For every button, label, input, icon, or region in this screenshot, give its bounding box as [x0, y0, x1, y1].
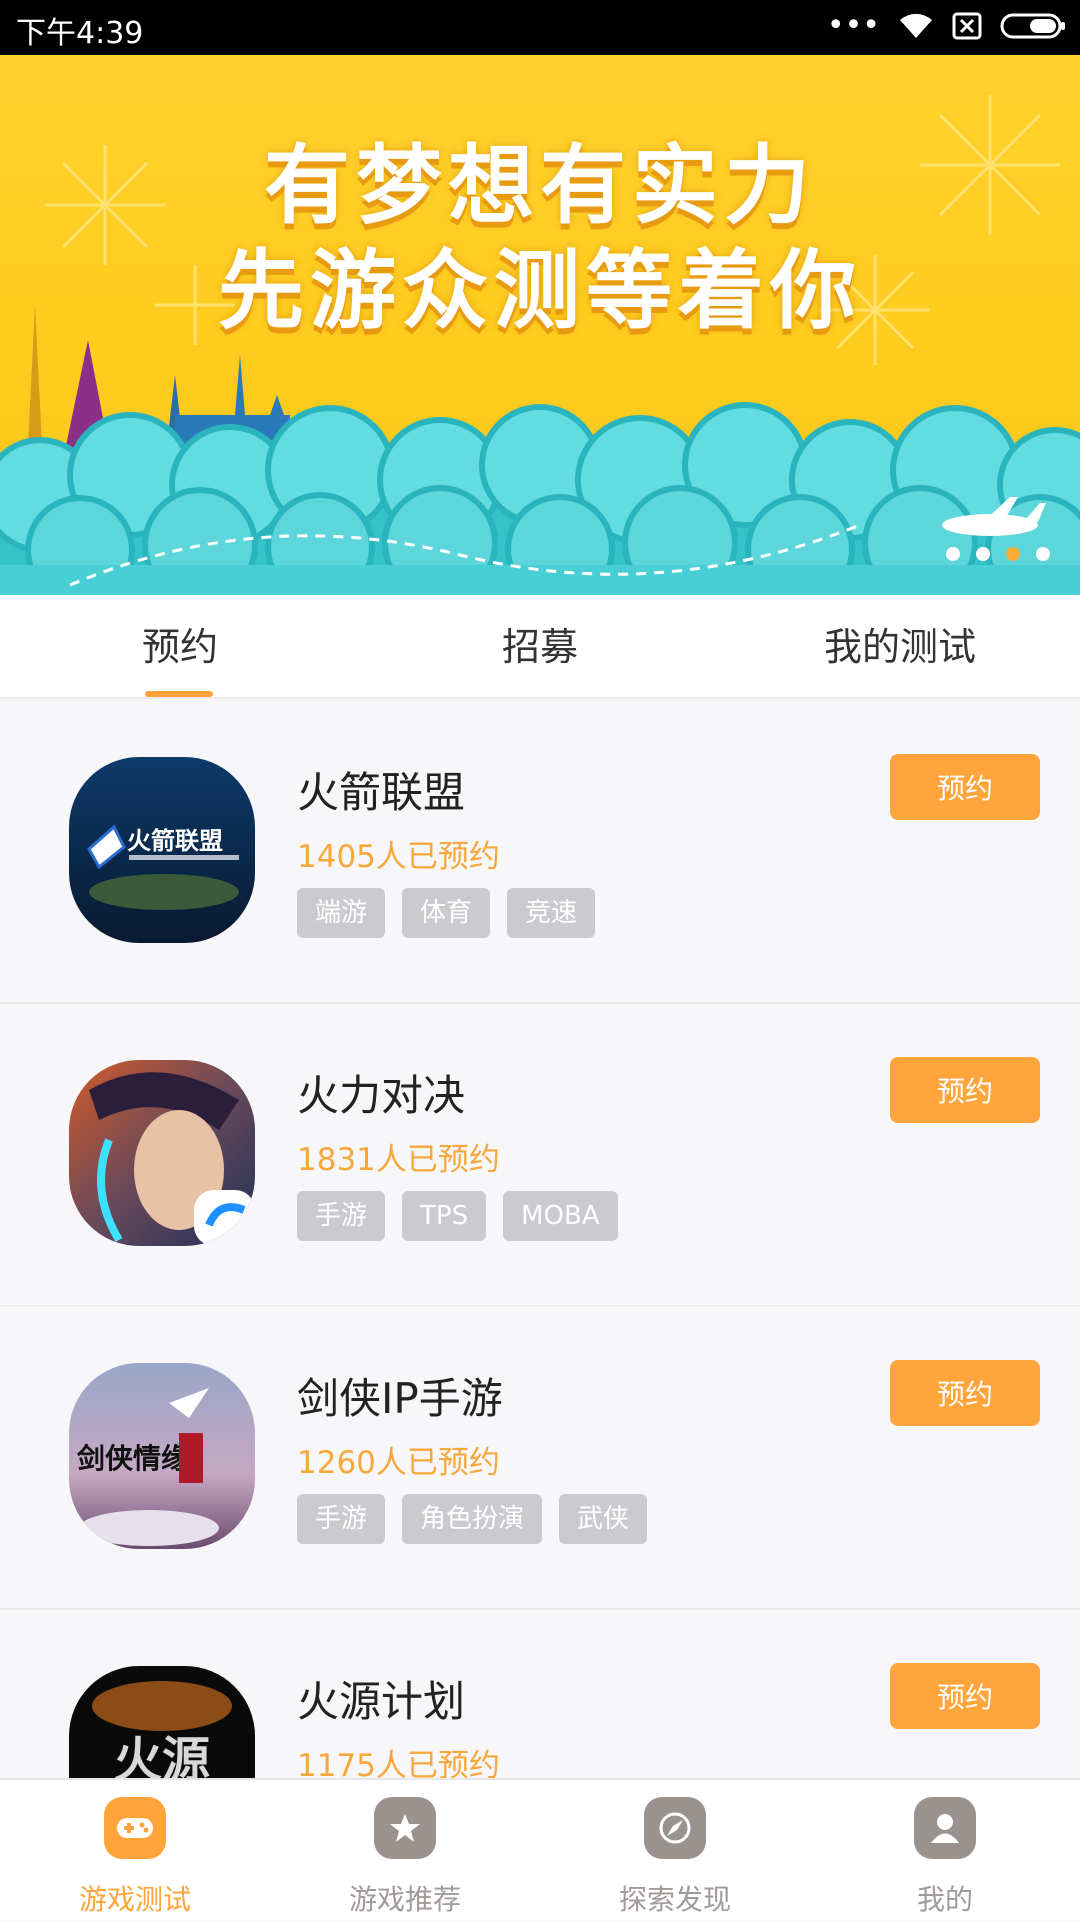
nav-game-recommend[interactable]: 游戏推荐 — [270, 1780, 540, 1922]
list-item[interactable]: 剑侠情缘 剑侠IP手游 1260人已预约 手游 角色扮演 武侠 预约 — [0, 1307, 1080, 1610]
compass-icon — [644, 1797, 706, 1859]
tag: 竞速 — [507, 888, 596, 938]
nav-me[interactable]: 我的 — [810, 1780, 1080, 1922]
tag: 端游 — [297, 888, 386, 938]
nav-label: 探索发现 — [618, 1883, 731, 1916]
tab-bar: 预约 招募 我的测试 — [0, 595, 1080, 699]
carousel-dot-active[interactable] — [1006, 547, 1020, 561]
reservation-count: 1405人已预约 — [297, 839, 500, 875]
tab-active-indicator — [145, 691, 213, 697]
game-icon-rocket-league: 火箭联盟 — [69, 757, 255, 943]
tag-list: 手游 TPS MOBA — [297, 1191, 618, 1241]
game-name: 火源计划 — [297, 1677, 466, 1726]
bottom-nav: 游戏测试 游戏推荐 探索发现 我的 — [0, 1778, 1080, 1920]
game-icon-fire-source: 火源 — [69, 1666, 255, 1778]
reservation-count: 1831人已预约 — [297, 1142, 500, 1178]
carousel-dot[interactable] — [976, 547, 990, 561]
reservation-count: 1260人已预约 — [297, 1445, 500, 1481]
nav-label: 我的 — [916, 1883, 973, 1916]
game-icon-label: 火箭联盟 — [127, 827, 223, 855]
reserve-button[interactable]: 预约 — [890, 754, 1040, 820]
game-icon-firepower — [69, 1060, 255, 1246]
game-name: 火力对决 — [297, 1071, 466, 1120]
tag: 手游 — [297, 1191, 386, 1241]
game-list[interactable]: 火箭联盟 火箭联盟 1405人已预约 端游 体育 竞速 预约 火力对决 1831… — [0, 701, 1080, 1778]
sim-off-icon — [952, 12, 982, 40]
carousel-dot[interactable] — [946, 547, 960, 561]
user-icon — [914, 1797, 976, 1859]
carousel-indicator — [946, 547, 1050, 561]
tag: 体育 — [402, 888, 491, 938]
nav-game-test[interactable]: 游戏测试 — [0, 1780, 270, 1922]
battery-icon — [1000, 13, 1065, 39]
tag: MOBA — [503, 1191, 618, 1241]
carousel-dot[interactable] — [1036, 547, 1050, 561]
tab-recruit[interactable]: 招募 — [480, 595, 600, 699]
reserve-button[interactable]: 预约 — [890, 1360, 1040, 1426]
nav-label: 游戏推荐 — [348, 1883, 461, 1916]
tab-reserve[interactable]: 预约 — [120, 595, 240, 699]
tag: 角色扮演 — [402, 1494, 543, 1544]
tag-list: 端游 体育 竞速 — [297, 888, 596, 938]
star-icon — [374, 1797, 436, 1859]
game-icon-label: 剑侠情缘 — [77, 1442, 189, 1475]
tag: 武侠 — [559, 1494, 648, 1544]
reservation-count: 1175人已预约 — [297, 1748, 500, 1778]
reserve-button[interactable]: 预约 — [890, 1663, 1040, 1729]
game-name: 剑侠IP手游 — [297, 1374, 503, 1423]
nav-explore[interactable]: 探索发现 — [540, 1780, 810, 1922]
game-icon-label: 火源 — [114, 1732, 210, 1778]
tag: 手游 — [297, 1494, 386, 1544]
status-bar: 下午4:39 ••• — [0, 0, 1080, 55]
more-dots-icon: ••• — [826, 8, 880, 43]
list-item[interactable]: 火箭联盟 火箭联盟 1405人已预约 端游 体育 竞速 预约 — [0, 701, 1080, 1004]
nav-label: 游戏测试 — [78, 1883, 191, 1916]
banner-title-line2: 先游众测等着你 — [218, 241, 862, 341]
tab-my-tests[interactable]: 我的测试 — [800, 595, 1000, 699]
promo-banner[interactable]: 有梦想有实力 先游众测等着你 — [0, 55, 1080, 595]
status-time: 下午4:39 — [16, 16, 144, 51]
tag: TPS — [402, 1191, 487, 1241]
game-icon-jianxia: 剑侠情缘 — [69, 1363, 255, 1549]
list-item[interactable]: 火源 火源计划 1175人已预约 预约 — [0, 1610, 1080, 1778]
list-item[interactable]: 火力对决 1831人已预约 手游 TPS MOBA 预约 — [0, 1004, 1080, 1307]
tag-list: 手游 角色扮演 武侠 — [297, 1494, 648, 1544]
gamepad-icon — [104, 1797, 166, 1859]
wifi-icon — [900, 13, 932, 38]
game-name: 火箭联盟 — [297, 768, 466, 817]
reserve-button[interactable]: 预约 — [890, 1057, 1040, 1123]
